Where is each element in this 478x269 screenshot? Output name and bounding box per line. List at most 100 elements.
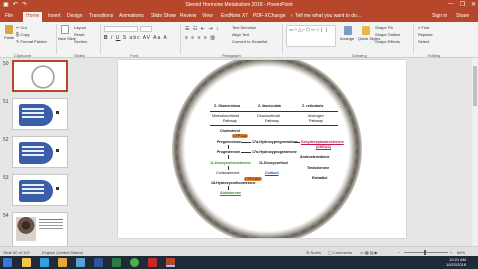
vertical-scrollbar[interactable] <box>472 58 478 246</box>
current-slide[interactable]: Z. Glomerulosa Z. fasciculata Z. reticul… <box>118 60 406 238</box>
acrobat-icon[interactable] <box>148 258 157 267</box>
scrollbar-thumb[interactable] <box>473 66 477 106</box>
zoom-in-button[interactable]: + <box>450 250 452 255</box>
paste-icon[interactable] <box>5 25 13 34</box>
enzyme-cyp11a: CYP11A <box>232 134 248 138</box>
group-divider <box>413 24 414 54</box>
thumb-number: 53 <box>3 175 9 181</box>
window-title: Steroid Hormone Metabolism 2018 - PowerP… <box>185 2 293 8</box>
tab-animations[interactable]: Animations <box>119 13 144 19</box>
format-painter-label: Format Painter <box>20 39 47 44</box>
system-clock[interactable]: 10:21 AM 10/22/2018 <box>446 257 466 267</box>
comments-button[interactable]: ▢ Comments <box>328 250 352 255</box>
folder-icon[interactable] <box>58 258 67 267</box>
list-buttons[interactable]: ☰ ☷ ⇤ ⇥ ↕ <box>185 26 219 32</box>
tab-pdf-xchange[interactable]: PDF-XChange <box>253 13 286 19</box>
font-size-select[interactable] <box>140 26 152 32</box>
tab-design[interactable]: Design <box>67 13 83 19</box>
chrome-icon[interactable] <box>130 258 139 267</box>
arrow <box>241 142 251 143</box>
copy-label: Copy <box>20 32 30 37</box>
layout-button[interactable]: Layout <box>74 25 86 30</box>
zoom-out-button[interactable]: − <box>398 250 400 255</box>
notes-button[interactable]: ≜ Notes <box>306 250 321 255</box>
group-divider <box>56 24 57 54</box>
col1-heading: Z. Glomerulosa <box>214 104 241 108</box>
col3-sub2: Pathway <box>309 119 323 123</box>
cut-button[interactable]: ✂ Cut <box>16 25 27 30</box>
slide-thumbnail-53[interactable] <box>12 174 68 206</box>
slide-thumbnail-54[interactable] <box>12 212 68 248</box>
section-button[interactable]: Section <box>74 39 87 44</box>
excel-icon[interactable] <box>112 258 121 267</box>
group-divider <box>100 24 101 54</box>
font-name-select[interactable] <box>104 26 138 32</box>
col2-sub1: Glucocorticoid <box>257 114 280 118</box>
font-format-buttons[interactable]: B I U S abc AV Aa A <box>104 35 168 41</box>
col2-heading: Z. fasciculata <box>258 104 281 108</box>
align-buttons[interactable]: ≡ ≡ ≡ ≡ ▥ <box>185 35 216 41</box>
tab-insert[interactable]: Insert <box>48 13 61 19</box>
tab-home[interactable]: Home <box>23 12 43 22</box>
restore-button[interactable]: ❐ <box>460 1 465 8</box>
reset-button[interactable]: Reset <box>74 32 84 37</box>
text-direction-button[interactable]: Text Direction <box>232 25 256 30</box>
start-icon[interactable] <box>3 258 12 267</box>
sign-in-link[interactable]: Sign in <box>432 13 447 19</box>
paste-button[interactable]: Paste <box>4 35 14 40</box>
comments-label: Comments <box>332 250 353 255</box>
scissors-icon: ✂ <box>16 25 20 30</box>
aldosterone-label: Aldosterone <box>220 191 241 195</box>
word-icon[interactable] <box>94 258 103 267</box>
edge-icon[interactable] <box>40 258 49 267</box>
header-rule <box>210 111 338 112</box>
tab-transitions[interactable]: Transitions <box>89 13 113 19</box>
tab-view[interactable]: View <box>202 13 213 19</box>
zoom-slider-handle[interactable] <box>424 250 426 255</box>
copy-button[interactable]: ⎘ Copy <box>16 32 30 37</box>
select-button[interactable]: Select <box>418 39 429 44</box>
estradiol-label: Estradiol <box>312 176 328 180</box>
slide-thumbnail-pane[interactable]: 50 51 52 53 54 <box>0 58 76 258</box>
dhea-label: Dehydroepiandrosterone <box>301 140 344 144</box>
tab-endnote[interactable]: EndNote X7 <box>221 13 248 19</box>
language-indicator[interactable]: English (United States) <box>42 250 83 255</box>
doc-label: 11-Deoxycorticosterone <box>210 161 251 165</box>
minimize-button[interactable]: — <box>448 1 454 8</box>
tab-file[interactable]: File <box>5 13 13 19</box>
slide-counter: Slide 50 of 102 <box>3 250 30 255</box>
thumb-photo <box>16 217 36 241</box>
quick-styles-icon[interactable] <box>362 26 370 35</box>
replace-button[interactable]: Replace <box>418 32 433 37</box>
align-text-button[interactable]: Align Text <box>232 32 249 37</box>
powerpoint-icon[interactable] <box>166 258 175 267</box>
thumb-number: 54 <box>3 213 9 219</box>
outlook-icon[interactable] <box>76 258 85 267</box>
shape-effects-button[interactable]: Shape Effects <box>375 39 400 44</box>
view-buttons[interactable]: ▭ ▦ ▤ ▶ <box>360 250 378 255</box>
slide-thumbnail-51[interactable] <box>12 98 68 130</box>
slide-thumbnail-50[interactable] <box>12 60 68 92</box>
new-slide-icon[interactable] <box>61 25 69 34</box>
file-explorer-icon[interactable] <box>22 258 31 267</box>
share-button[interactable]: Share <box>456 13 469 19</box>
arrange-icon[interactable] <box>344 26 352 35</box>
thumb-text <box>22 146 44 148</box>
tab-slide-show[interactable]: Slide Show <box>151 13 176 19</box>
arrange-button[interactable]: Arrange <box>340 36 354 41</box>
tab-review[interactable]: Review <box>180 13 196 19</box>
slide-thumbnail-52[interactable] <box>12 136 68 168</box>
shape-fill-button[interactable]: Shape Fill <box>375 25 393 30</box>
title-bar: ▣ ↶ ↷ Steroid Hormone Metabolism 2018 - … <box>0 0 478 11</box>
header-rule <box>210 125 338 126</box>
shape-outline-button[interactable]: Shape Outline <box>375 32 400 37</box>
smartart-button[interactable]: Convert to SmartArt <box>232 39 267 44</box>
find-button[interactable]: ⌕ Find <box>418 25 429 30</box>
close-button[interactable]: ✕ <box>471 1 476 8</box>
tell-me-search[interactable]: ♀ Tell me what you want to do... <box>290 13 361 19</box>
shapes-gallery[interactable]: ▭○△⌐⬠⇨☆{ } <box>286 25 336 47</box>
format-painter-button[interactable]: ✎ Format Painter <box>16 39 47 44</box>
powerpoint-window: ▣ ↶ ↷ Steroid Hormone Metabolism 2018 - … <box>0 0 478 269</box>
zoom-slider[interactable] <box>404 252 448 253</box>
zoom-level[interactable]: 86% <box>457 250 465 255</box>
